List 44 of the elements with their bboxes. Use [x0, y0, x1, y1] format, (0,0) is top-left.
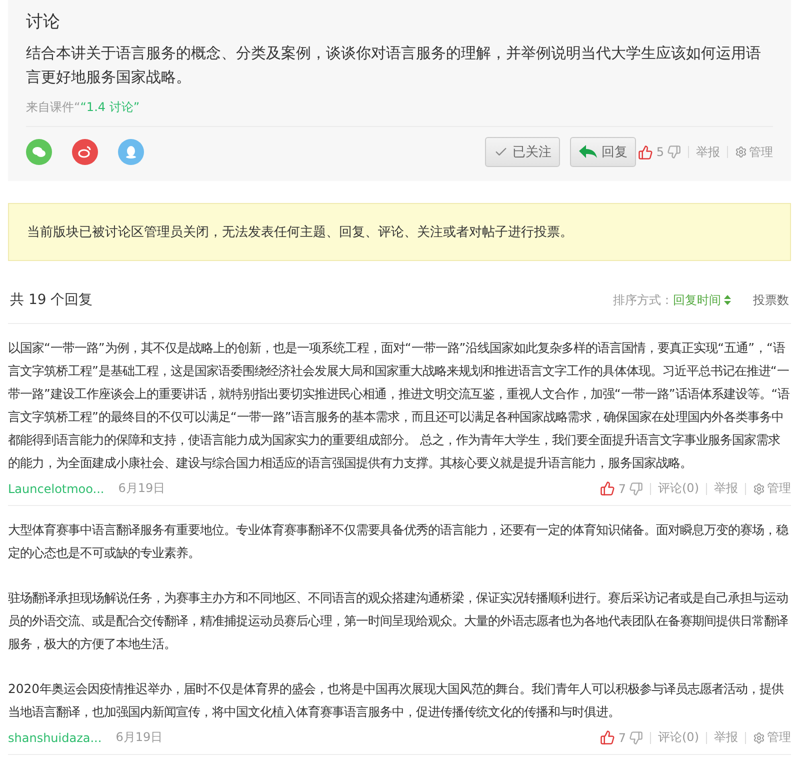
thumbs-down-icon[interactable] [629, 730, 643, 744]
sort-option[interactable]: 回复时间 [673, 292, 731, 308]
thumbs-up-icon[interactable] [638, 144, 654, 160]
author-link[interactable]: shanshuidaza... [8, 730, 102, 744]
reply-text: 以国家“一带一路”为例，其不仅是战略上的创新，也是一项系统工程，面对“一带一路”沿线国家如此复杂多样的语言国情，要真正实现“五通”，“语言文字筑桥工程”是基础工程，这是国家语委围绕经济社会发展大局和国家重大战略来规划和推进语言文字工作的具体体现。习近平总书记在推进“一带一路”建设工作座谈会上的重要讲话，就特别指出要切实推进民心相通，推进文明交流互鉴，重视人文合作，加强“一带一路”话语体系建设等。“语言文字筑桥工程”的最终目的不仅可以满足“一带一路”语言服务的基本需求，而且还可以满足各种国家战略需求，确保国家在处理国内外各类事务中都能得到语言能力的保障和支持，使语言能力成为国家实力的重要组成部分。 总之，作为青年大学生，我们要全面提升语言文字事业服务国家需求的能力，为全面建成小康社会、建设与综合国力相适应的语言强国提供有力支撑。其核心要义就是提升语言能力，服务国家战略。 [8, 339, 791, 472]
wechat-share-icon[interactable] [26, 139, 52, 165]
sort-label: 排序方式： [613, 292, 673, 308]
manage-link[interactable]: 管理 [753, 480, 791, 497]
reply-date: 6月19日 [116, 729, 163, 746]
comment-link[interactable]: 评论(0) [658, 729, 699, 746]
thumbs-up-icon[interactable] [600, 730, 616, 745]
reply-text: 大型体育赛事中语言翻译服务有重要地位。专业体育赛事翻译不仅需要具备优秀的语言能力，还要有一定的体育知识储备。面对瞬息万变的赛场，稳定的心态也是不可或缺的专业素养。 [8, 521, 790, 562]
sort-icon [724, 295, 731, 305]
manage-link[interactable]: 管理 [753, 729, 791, 746]
like-count: 7 [618, 482, 626, 496]
topic-title: 讨论 [26, 11, 61, 33]
source-link[interactable]: “1.4 讨论” [80, 100, 140, 114]
like-count: 5 [656, 145, 664, 159]
manage-link[interactable]: 管理 [735, 144, 773, 160]
topic-question: 结合本讲关于语言服务的概念、分类及案例，谈谈你对语言服务的理解，并举例说明当代大学生应该如何运用语言更好地服务国家战略。 [26, 43, 762, 88]
weibo-share-icon[interactable] [72, 139, 98, 165]
gear-icon [735, 146, 747, 158]
like-count: 7 [618, 730, 626, 744]
reply-text: 2020年奥运会因疫情推迟举办，届时不仅是体育界的盛会，也将是中国再次展现大国风范的舞台。我们青年人可以积极参与译员志愿者活动，提供当地语言翻译，也加强国内新闻宣传，将中国文化植入体育赛事语言服务中，促进传播传统文化的传播和与时俱进。 [8, 680, 785, 721]
source-text: 来自课件““1.4 讨论” [26, 99, 773, 127]
report-link[interactable]: 举报 [714, 729, 738, 746]
reply-arrow-icon [579, 145, 598, 159]
gear-icon [753, 482, 765, 494]
thumbs-down-icon[interactable] [667, 145, 681, 159]
report-link[interactable]: 举报 [714, 480, 738, 497]
reply-date: 6月19日 [118, 480, 166, 497]
thumbs-down-icon[interactable] [629, 482, 643, 496]
thumbs-up-icon[interactable] [600, 481, 616, 496]
sort-option[interactable]: 投票数 [753, 292, 789, 308]
comment-link[interactable]: 评论(0) [658, 480, 699, 497]
reply-count: 共 19 个回复 [10, 291, 93, 309]
report-link[interactable]: 举报 [696, 144, 720, 160]
notice-banner: 当前版块已被讨论区管理员关闭，无法发表任何主题、回复、评论、关注或者对帖子进行投票。 [8, 203, 791, 261]
follow-button[interactable]: 已关注 [485, 137, 560, 167]
gear-icon [753, 732, 765, 744]
reply-button[interactable]: 回复 [570, 137, 636, 167]
reply-text: 驻场翻译承担现场解说任务，为赛事主办方和不同地区、不同语言的观众搭建沟通桥梁，保证实况转播顺利进行。赛后采访记者或是自己承担与运动员的外语交流、或是配合交传翻译，精准捕捉运动员赛后心理，第一时间呈现给观众。大量的外语志愿者也为各地代表团队在备赛期间提供日常翻译服务，极大的方便了本地生活。 [8, 589, 789, 653]
author-link[interactable]: Launcelotmoo... [8, 482, 104, 496]
qq-share-icon[interactable] [118, 139, 144, 165]
